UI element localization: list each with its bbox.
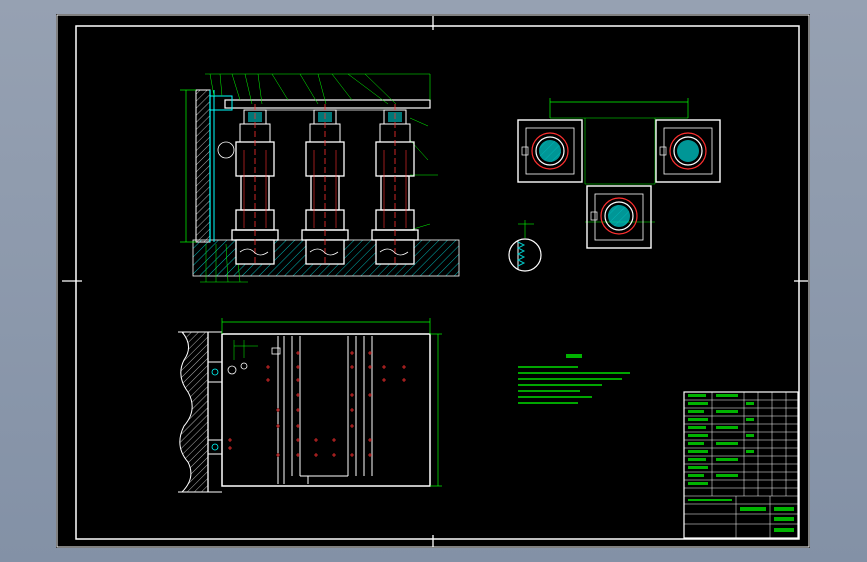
cad-viewport[interactable] (0, 0, 867, 562)
cad-drawing-canvas[interactable] (0, 0, 867, 562)
wall-section (195, 89, 211, 243)
